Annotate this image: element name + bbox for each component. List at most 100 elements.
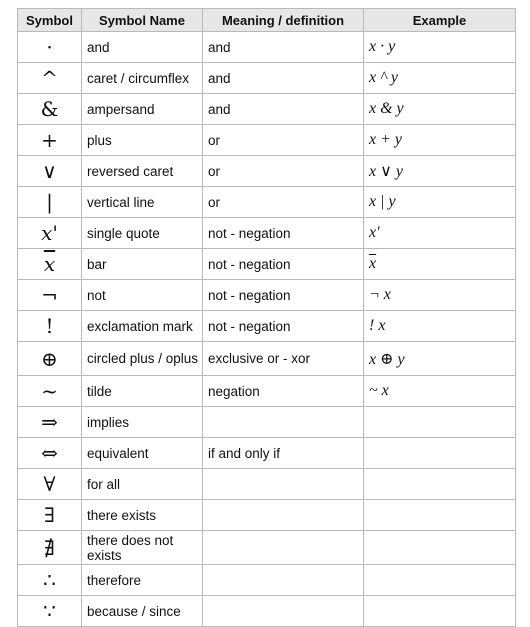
name-cell: bar bbox=[81, 248, 203, 280]
name-cell: tilde bbox=[81, 375, 203, 407]
name-cell: equivalent bbox=[81, 437, 203, 469]
table-row: ⇒ implies bbox=[17, 406, 516, 438]
table-row: ∨ reversed caret or x ∨ y bbox=[17, 155, 516, 187]
example-cell: ! x bbox=[363, 310, 516, 342]
name-cell: there exists bbox=[81, 499, 203, 531]
meaning-cell bbox=[202, 564, 364, 596]
meaning-cell: negation bbox=[202, 375, 364, 407]
name-cell: plus bbox=[81, 124, 203, 156]
meaning-cell: or bbox=[202, 186, 364, 218]
example-cell: ¬ x bbox=[363, 279, 516, 311]
symbol-cell: ∨ bbox=[17, 155, 82, 187]
symbol-cell: ¬ bbox=[17, 279, 82, 311]
example-cell: x' bbox=[363, 217, 516, 249]
header-symbol: Symbol bbox=[17, 8, 82, 32]
example-cell bbox=[363, 564, 516, 596]
meaning-cell: exclusive or - xor bbox=[202, 341, 364, 376]
symbol-cell: ! bbox=[17, 310, 82, 342]
name-cell: there does not exists bbox=[81, 530, 203, 565]
symbol-cell: + bbox=[17, 124, 82, 156]
symbol-cell: ^ bbox=[17, 62, 82, 94]
meaning-cell bbox=[202, 406, 364, 438]
name-cell: circled plus / oplus bbox=[81, 341, 203, 376]
meaning-cell: or bbox=[202, 124, 364, 156]
example-cell bbox=[363, 406, 516, 438]
name-cell: ampersand bbox=[81, 93, 203, 125]
table-row: · and and x · y bbox=[17, 31, 516, 63]
symbol-cell: x' bbox=[17, 217, 82, 249]
meaning-cell bbox=[202, 595, 364, 627]
table-row: ∄ there does not exists bbox=[17, 530, 516, 565]
name-cell: and bbox=[81, 31, 203, 63]
meaning-cell: and bbox=[202, 62, 364, 94]
symbol-cell: ⇒ bbox=[17, 406, 82, 438]
name-cell: single quote bbox=[81, 217, 203, 249]
meaning-cell bbox=[202, 499, 364, 531]
example-cell: x bbox=[363, 248, 516, 280]
table-row: ∃ there exists bbox=[17, 499, 516, 531]
example-cell: x + y bbox=[363, 124, 516, 156]
table-row: ∴ therefore bbox=[17, 564, 516, 596]
symbol-cell: · bbox=[17, 31, 82, 63]
meaning-cell: not - negation bbox=[202, 310, 364, 342]
symbol-cell: & bbox=[17, 93, 82, 125]
example-cell bbox=[363, 595, 516, 627]
symbol-cell: | bbox=[17, 186, 82, 218]
meaning-cell: not - negation bbox=[202, 248, 364, 280]
name-cell: because / since bbox=[81, 595, 203, 627]
example-cell bbox=[363, 437, 516, 469]
name-cell: caret / circumflex bbox=[81, 62, 203, 94]
name-cell: for all bbox=[81, 468, 203, 500]
meaning-cell: and bbox=[202, 31, 364, 63]
name-cell: therefore bbox=[81, 564, 203, 596]
header-meaning: Meaning / definition bbox=[202, 8, 364, 32]
symbol-cell: ~ bbox=[17, 375, 82, 407]
table-row: x bar not - negation x bbox=[17, 248, 516, 280]
table-header-row: Symbol Symbol Name Meaning / definition … bbox=[17, 8, 516, 32]
meaning-cell bbox=[202, 468, 364, 500]
example-cell bbox=[363, 468, 516, 500]
table-row: x' single quote not - negation x' bbox=[17, 217, 516, 249]
header-example: Example bbox=[363, 8, 516, 32]
symbol-cell: ∵ bbox=[17, 595, 82, 627]
meaning-cell bbox=[202, 530, 364, 565]
table-row: ¬ not not - negation ¬ x bbox=[17, 279, 516, 311]
symbol-cell: ∃ bbox=[17, 499, 82, 531]
table-row: + plus or x + y bbox=[17, 124, 516, 156]
meaning-cell: or bbox=[202, 155, 364, 187]
table-row: ⇔ equivalent if and only if bbox=[17, 437, 516, 469]
table-row: ∵ because / since bbox=[17, 595, 516, 627]
table-row: ⊕ circled plus / oplus exclusive or - xo… bbox=[17, 341, 516, 376]
x-bar-example: x bbox=[369, 255, 377, 272]
symbol-cell: ⊕ bbox=[17, 341, 82, 376]
header-symbol-name: Symbol Name bbox=[81, 8, 203, 32]
meaning-cell: if and only if bbox=[202, 437, 364, 469]
name-cell: exclamation mark bbox=[81, 310, 203, 342]
table-row: ! exclamation mark not - negation ! x bbox=[17, 310, 516, 342]
meaning-cell: not - negation bbox=[202, 279, 364, 311]
meaning-cell: not - negation bbox=[202, 217, 364, 249]
example-cell: x · y bbox=[363, 31, 516, 63]
table-row: & ampersand and x & y bbox=[17, 93, 516, 125]
logic-symbols-table: Symbol Symbol Name Meaning / definition … bbox=[17, 8, 516, 627]
table-row: ∀ for all bbox=[17, 468, 516, 500]
x-bar-symbol: x bbox=[43, 252, 56, 276]
meaning-cell: and bbox=[202, 93, 364, 125]
example-cell: x & y bbox=[363, 93, 516, 125]
example-cell: ~ x bbox=[363, 375, 516, 407]
table-row: | vertical line or x | y bbox=[17, 186, 516, 218]
name-cell: reversed caret bbox=[81, 155, 203, 187]
example-cell: x | y bbox=[363, 186, 516, 218]
table-row: ~ tilde negation ~ x bbox=[17, 375, 516, 407]
symbol-cell: ∴ bbox=[17, 564, 82, 596]
example-cell bbox=[363, 530, 516, 565]
symbol-cell: ∀ bbox=[17, 468, 82, 500]
example-cell: x ^ y bbox=[363, 62, 516, 94]
example-cell: x ⊕ y bbox=[363, 341, 516, 376]
name-cell: implies bbox=[81, 406, 203, 438]
example-cell: x ∨ y bbox=[363, 155, 516, 187]
symbol-cell: ∄ bbox=[17, 530, 82, 565]
symbol-cell: ⇔ bbox=[17, 437, 82, 469]
name-cell: vertical line bbox=[81, 186, 203, 218]
name-cell: not bbox=[81, 279, 203, 311]
